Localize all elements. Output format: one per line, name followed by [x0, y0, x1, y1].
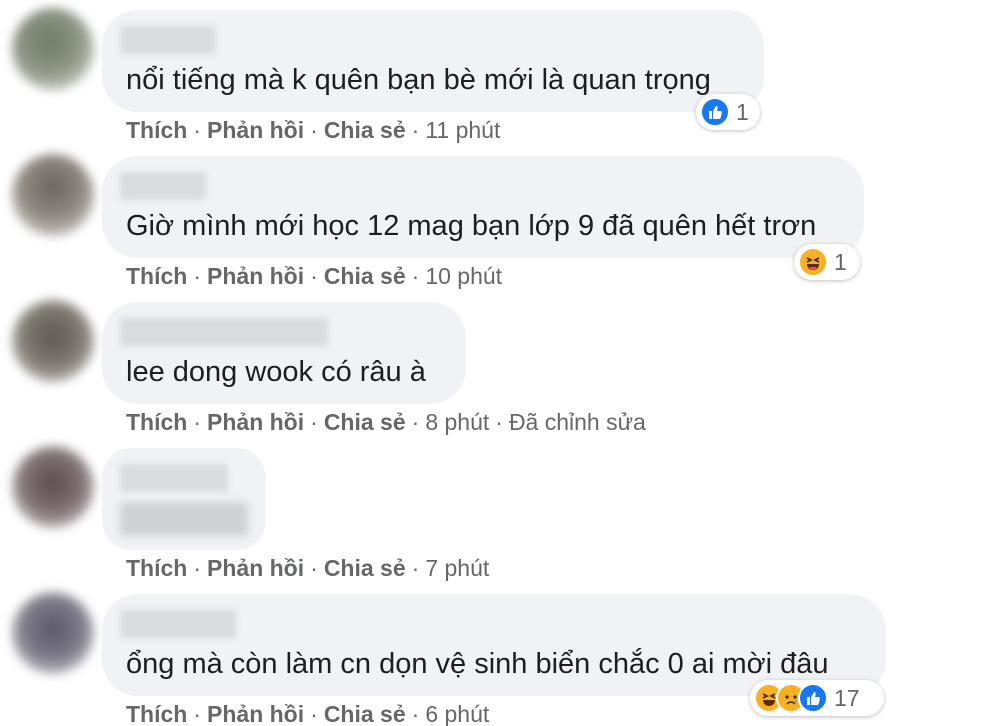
share-button[interactable]: Chia sẻ: [324, 117, 406, 143]
timestamp[interactable]: 8 phút: [425, 409, 489, 435]
author-name-redacted[interactable]: [120, 318, 328, 346]
separator: ·: [495, 409, 503, 435]
haha-icon: [798, 247, 828, 277]
reaction-summary[interactable]: 1: [794, 244, 860, 280]
separator: ·: [193, 555, 202, 581]
avatar[interactable]: [12, 446, 94, 528]
reaction-count: 17: [834, 684, 860, 711]
timestamp[interactable]: 10 phút: [425, 263, 502, 289]
separator: ·: [310, 409, 318, 435]
edited-label[interactable]: Đã chỉnh sửa: [509, 409, 646, 435]
reply-button[interactable]: Phản hồi: [207, 117, 304, 143]
comment-bubble: Giờ mình mới học 12 mag bạn lớp 9 đã quê…: [102, 156, 864, 258]
separator: ·: [411, 117, 420, 143]
reaction-summary[interactable]: 1: [696, 94, 760, 130]
comment-bubble: nổi tiếng mà k quên bạn bè mới là quan t…: [102, 10, 764, 112]
comment-actions: Thích · Phản hồi · Chia sẻ · 6 phút: [126, 700, 489, 726]
reaction-count: 1: [834, 248, 847, 275]
avatar[interactable]: [12, 154, 94, 236]
timestamp[interactable]: 7 phút: [425, 555, 489, 581]
separator: ·: [310, 263, 318, 289]
comment-bubble: [102, 448, 266, 550]
separator: ·: [411, 701, 420, 726]
avatar[interactable]: [12, 592, 94, 674]
separator: ·: [411, 555, 420, 581]
separator: ·: [193, 409, 202, 435]
share-button[interactable]: Chia sẻ: [324, 555, 406, 581]
share-button[interactable]: Chia sẻ: [324, 701, 406, 726]
comment-text: ổng mà còn làm cn dọn vệ sinh biển chắc …: [126, 648, 829, 680]
like-button[interactable]: Thích: [126, 701, 187, 726]
comment-text: Giờ mình mới học 12 mag bạn lớp 9 đã quê…: [126, 210, 817, 242]
separator: ·: [193, 263, 202, 289]
author-name-redacted[interactable]: [120, 464, 228, 492]
author-name-redacted[interactable]: [120, 172, 206, 200]
separator: ·: [310, 555, 318, 581]
comment-actions: Thích · Phản hồi · Chia sẻ · 8 phút · Đã chỉnh s…: [126, 408, 646, 436]
share-button[interactable]: Chia sẻ: [324, 263, 406, 289]
reply-button[interactable]: Phản hồi: [207, 409, 304, 435]
separator: ·: [193, 701, 202, 726]
like-button[interactable]: Thích: [126, 263, 187, 289]
separator: ·: [310, 117, 318, 143]
separator: ·: [310, 701, 318, 726]
comment-text-redacted: [120, 502, 248, 536]
separator: ·: [411, 263, 420, 289]
like-icon: [700, 97, 730, 127]
like-button[interactable]: Thích: [126, 555, 187, 581]
comment-actions: Thích · Phản hồi · Chia sẻ · 7 phút: [126, 554, 489, 582]
author-name-redacted[interactable]: [120, 26, 216, 54]
like-button[interactable]: Thích: [126, 117, 187, 143]
separator: ·: [411, 409, 420, 435]
timestamp[interactable]: 6 phút: [425, 701, 489, 726]
reply-button[interactable]: Phản hồi: [207, 263, 304, 289]
reaction-summary[interactable]: 17: [750, 680, 884, 716]
author-name-redacted[interactable]: [120, 610, 236, 638]
like-icon: [798, 683, 828, 713]
separator: ·: [193, 117, 202, 143]
comment-text: nổi tiếng mà k quên bạn bè mới là quan t…: [126, 64, 711, 96]
comment-text: lee dong wook có râu à: [126, 356, 426, 388]
comment-actions: Thích · Phản hồi · Chia sẻ · 11 phút: [126, 116, 500, 144]
share-button[interactable]: Chia sẻ: [324, 409, 406, 435]
like-button[interactable]: Thích: [126, 409, 187, 435]
reply-button[interactable]: Phản hồi: [207, 701, 304, 726]
reply-button[interactable]: Phản hồi: [207, 555, 304, 581]
comment-bubble: lee dong wook có râu à: [102, 302, 466, 404]
reaction-count: 1: [736, 98, 749, 125]
timestamp[interactable]: 11 phút: [425, 117, 500, 143]
avatar[interactable]: [12, 300, 94, 382]
avatar[interactable]: [12, 8, 94, 90]
comment-actions: Thích · Phản hồi · Chia sẻ · 10 phút: [126, 262, 502, 290]
